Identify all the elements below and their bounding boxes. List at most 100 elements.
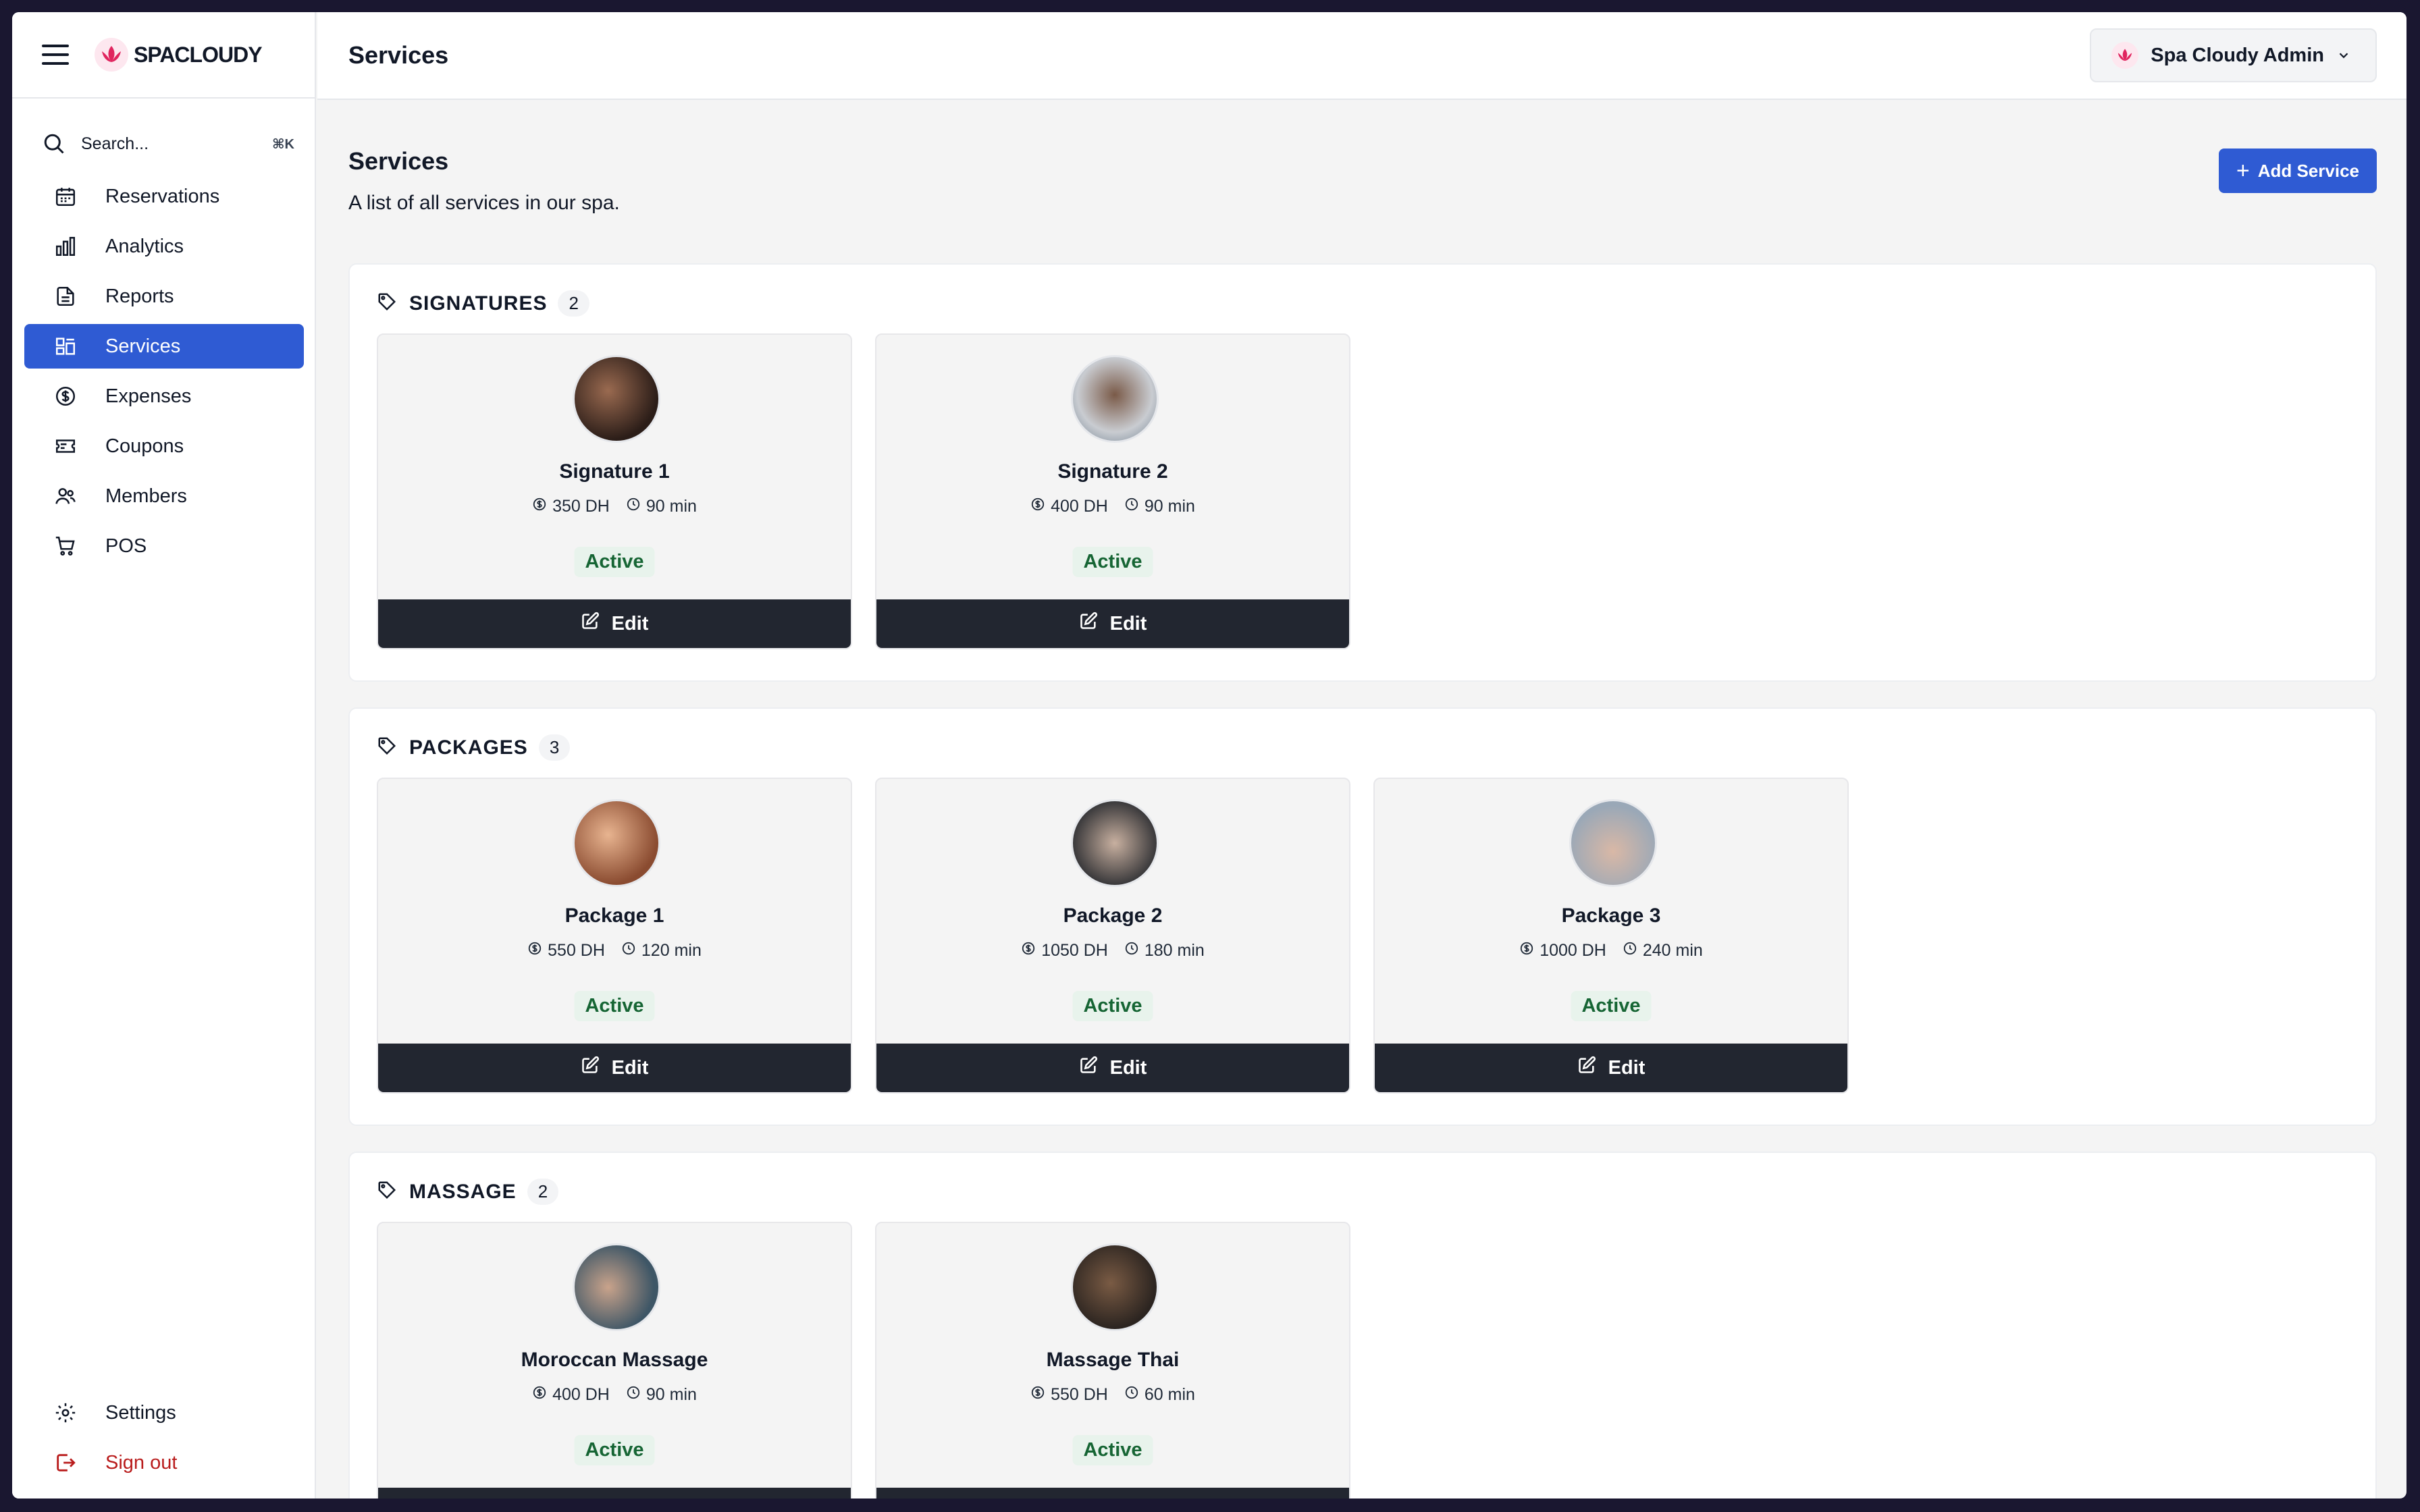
users-icon — [53, 483, 78, 509]
service-card: Package 1 550 DH 120 min Active Edit — [377, 778, 852, 1094]
sidebar-item-label: Reservations — [105, 185, 220, 207]
service-image — [1071, 1243, 1159, 1331]
section-count-badge: 2 — [527, 1179, 559, 1205]
clock-icon — [1124, 941, 1145, 961]
price-value: 350 DH — [552, 497, 610, 516]
service-duration: 90 min — [1124, 497, 1195, 516]
edit-label: Edit — [1608, 1056, 1646, 1079]
edit-label: Edit — [611, 612, 649, 634]
menu-icon[interactable] — [42, 45, 69, 65]
dollar-icon — [53, 383, 78, 409]
edit-button[interactable]: Edit — [876, 599, 1349, 648]
add-service-label: Add Service — [2257, 160, 2359, 181]
sidebar-item-label: Sign out — [105, 1451, 178, 1474]
edit-button[interactable]: Edit — [1375, 1044, 1847, 1092]
sidebar-item-label: Settings — [105, 1401, 176, 1424]
service-name: Signature 1 — [559, 460, 670, 483]
service-meta: 550 DH 60 min — [876, 1385, 1349, 1405]
clock-icon — [1124, 1385, 1145, 1405]
tag-icon — [377, 1180, 397, 1204]
app-window: SPACLOUDY Search... ⌘K Reservations Analy… — [12, 12, 2406, 1498]
sidebar-item-settings[interactable]: Settings — [24, 1390, 304, 1435]
edit-button[interactable]: Edit — [876, 1044, 1349, 1092]
sidebar-header: SPACLOUDY — [12, 12, 315, 99]
page-subtitle: A list of all services in our spa. — [348, 192, 620, 214]
edit-icon — [581, 1056, 612, 1080]
edit-button[interactable]: Edit — [378, 1044, 851, 1092]
section-title: PACKAGES — [409, 736, 528, 759]
clock-icon — [1124, 497, 1145, 516]
sidebar-item-analytics[interactable]: Analytics — [24, 224, 304, 269]
service-card: Moroccan Massage 400 DH 90 min Active Edit — [377, 1222, 852, 1498]
user-menu-button[interactable]: Spa Cloudy Admin — [2090, 28, 2377, 82]
brand-name: SPACLOUDY — [134, 42, 263, 67]
status-badge: Active — [574, 991, 655, 1021]
sidebar-item-coupons[interactable]: Coupons — [24, 424, 304, 468]
top-header: Services Spa Cloudy Admin — [317, 12, 2406, 100]
section-count-badge: 2 — [558, 290, 589, 317]
price-value: 550 DH — [1051, 1385, 1108, 1404]
service-duration: 90 min — [626, 1385, 697, 1405]
sidebar-item-label: POS — [105, 535, 147, 557]
sidebar-item-members[interactable]: Members — [24, 474, 304, 518]
user-menu-label: Spa Cloudy Admin — [2151, 44, 2324, 66]
service-price: 550 DH — [1030, 1385, 1108, 1405]
main-content: Services A list of all services in our s… — [317, 100, 2406, 1498]
price-value: 1000 DH — [1540, 941, 1606, 960]
add-service-button[interactable]: + Add Service — [2218, 148, 2377, 193]
service-card: Massage Thai 550 DH 60 min Active Edit — [875, 1222, 1350, 1498]
service-card: Signature 2 400 DH 90 min Active Edit — [875, 333, 1350, 649]
dollar-icon — [1021, 941, 1041, 961]
search-icon — [44, 134, 64, 154]
page-title: Services — [348, 147, 449, 175]
brand-logo[interactable]: SPACLOUDY — [95, 38, 263, 72]
lotus-icon — [2111, 42, 2139, 69]
service-name: Signature 2 — [1057, 460, 1168, 483]
service-section: SIGNATURES 2 Signature 1 350 DH 90 min Active… — [348, 263, 2377, 682]
price-value: 550 DH — [548, 941, 605, 960]
section-title: MASSAGE — [409, 1180, 517, 1203]
sidebar-item-reports[interactable]: Reports — [24, 274, 304, 319]
price-value: 1050 DH — [1041, 941, 1108, 960]
sidebar-item-services[interactable]: Services — [24, 324, 304, 369]
calendar-icon — [53, 184, 78, 209]
tag-icon — [377, 292, 397, 315]
service-price: 1000 DH — [1519, 941, 1606, 961]
edit-icon — [1079, 612, 1110, 636]
document-icon — [53, 284, 78, 309]
plus-icon: + — [2236, 157, 2250, 184]
edit-button[interactable]: Edit — [876, 1488, 1349, 1498]
service-image — [1071, 355, 1159, 443]
service-meta: 1050 DH 180 min — [876, 941, 1349, 961]
edit-button[interactable]: Edit — [378, 1488, 851, 1498]
service-name: Moroccan Massage — [521, 1349, 708, 1371]
price-value: 400 DH — [1051, 497, 1108, 516]
edit-label: Edit — [1109, 612, 1147, 634]
service-price: 400 DH — [1030, 497, 1108, 516]
sidebar: SPACLOUDY Search... ⌘K Reservations Analy… — [12, 12, 316, 1498]
sidebar-item-label: Reports — [105, 285, 174, 307]
lotus-icon — [95, 38, 128, 72]
search-shortcut: ⌘K — [272, 136, 294, 152]
edit-button[interactable]: Edit — [378, 599, 851, 648]
sidebar-item-label: Analytics — [105, 235, 184, 257]
duration-value: 90 min — [1144, 497, 1195, 516]
service-image — [1569, 799, 1657, 887]
sidebar-item-expenses[interactable]: Expenses — [24, 374, 304, 418]
bar-chart-icon — [53, 234, 78, 259]
search-input[interactable]: Search... ⌘K — [42, 126, 298, 162]
dollar-icon — [527, 941, 548, 961]
dollar-icon — [532, 1385, 552, 1405]
edit-icon — [581, 612, 612, 636]
section-header: MASSAGE 2 — [377, 1179, 559, 1205]
sidebar-item-pos[interactable]: POS — [24, 524, 304, 568]
duration-value: 90 min — [646, 1385, 697, 1404]
status-badge: Active — [1571, 991, 1652, 1021]
service-price: 1050 DH — [1021, 941, 1108, 961]
section-title: SIGNATURES — [409, 292, 548, 315]
status-badge: Active — [1072, 991, 1153, 1021]
service-name: Package 1 — [564, 905, 664, 927]
sidebar-item-signout[interactable]: Sign out — [24, 1440, 304, 1485]
service-card: Signature 1 350 DH 90 min Active Edit — [377, 333, 852, 649]
sidebar-item-reservations[interactable]: Reservations — [24, 174, 304, 219]
